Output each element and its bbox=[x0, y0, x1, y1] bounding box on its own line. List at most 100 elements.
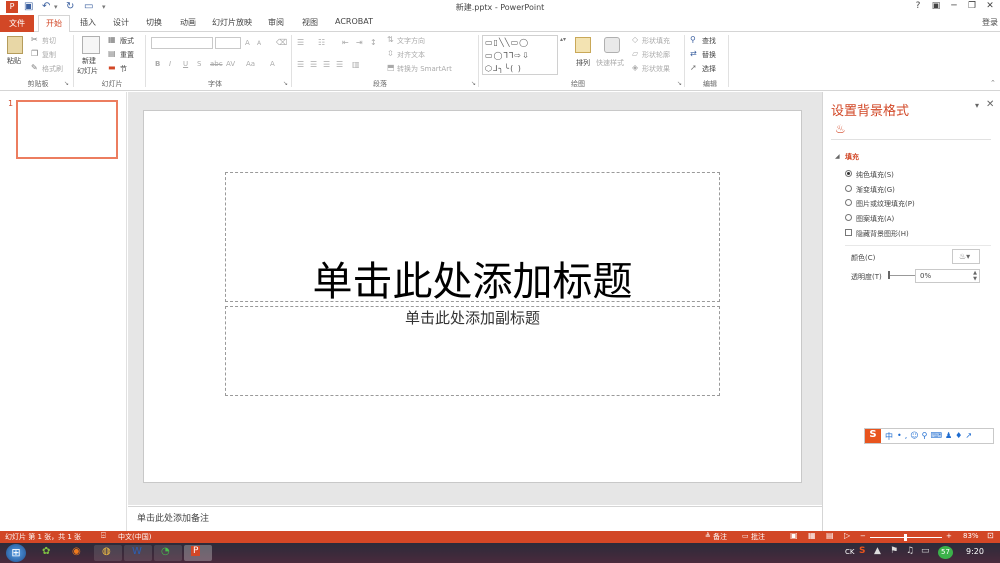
close-button[interactable]: ✕ bbox=[983, 1, 997, 11]
align-center-icon[interactable]: ☰ bbox=[310, 60, 317, 69]
clear-formatting-icon[interactable]: ⌫ bbox=[276, 38, 287, 47]
columns-icon[interactable]: ▥ bbox=[352, 60, 360, 69]
firefox-icon[interactable]: ◉ bbox=[72, 546, 81, 557]
fill-bucket-icon[interactable]: ♨ bbox=[835, 122, 846, 136]
tab-transitions[interactable]: 切换 bbox=[146, 17, 162, 28]
copy-button[interactable]: 复制 bbox=[42, 50, 56, 60]
font-name-combo[interactable] bbox=[151, 37, 213, 49]
slide-sorter-view-icon[interactable]: ▦ bbox=[808, 531, 816, 540]
select-button[interactable]: 选择 bbox=[702, 64, 716, 74]
font-color-button[interactable]: A bbox=[270, 60, 275, 68]
character-spacing-button[interactable]: AV bbox=[226, 60, 235, 68]
ime-tool-icons[interactable]: •,☺⚲⌨♟♦↗ bbox=[897, 431, 975, 440]
clipboard-launcher-icon[interactable]: ↘ bbox=[64, 80, 69, 87]
tab-slideshow[interactable]: 幻灯片放映 bbox=[212, 17, 252, 28]
paste-button[interactable]: 粘贴 bbox=[7, 56, 21, 66]
sogou-logo-icon[interactable]: S bbox=[865, 429, 881, 443]
taskbar-clock[interactable]: 9:20 bbox=[966, 547, 984, 556]
sign-in-link[interactable]: 登录 bbox=[982, 17, 998, 28]
section-button[interactable]: 节 bbox=[120, 64, 127, 74]
restore-button[interactable]: ❐ bbox=[965, 1, 979, 11]
line-spacing-icon[interactable]: ↕ bbox=[370, 38, 377, 47]
convert-smartart-button[interactable]: 转换为 SmartArt bbox=[397, 64, 452, 74]
tray-flag-icon[interactable]: ⚑ bbox=[890, 546, 898, 556]
quick-styles-button[interactable]: 快速样式 bbox=[596, 58, 624, 68]
justify-icon[interactable]: ☰ bbox=[336, 60, 343, 69]
change-case-button[interactable]: Aa bbox=[246, 60, 255, 68]
zoom-out-button[interactable]: − bbox=[860, 532, 866, 540]
collapse-ribbon-icon[interactable]: ⌃ bbox=[990, 79, 996, 87]
picture-fill-label[interactable]: 图片或纹理填充(P) bbox=[856, 199, 915, 209]
decrease-indent-icon[interactable]: ⇤ bbox=[342, 38, 349, 47]
numbering-icon[interactable]: ☷ bbox=[318, 38, 325, 47]
tray-language[interactable]: CK bbox=[845, 548, 854, 556]
cut-button[interactable]: 剪切 bbox=[42, 36, 56, 46]
shapes-more-icon[interactable]: ▴▾ bbox=[560, 36, 566, 43]
shadow-button[interactable]: S bbox=[197, 60, 201, 68]
pattern-fill-radio[interactable] bbox=[845, 214, 852, 221]
replace-button[interactable]: 替换 bbox=[702, 50, 716, 60]
section-collapse-icon[interactable]: ◢ bbox=[835, 153, 840, 160]
fill-section-header[interactable]: 填充 bbox=[845, 152, 859, 162]
underline-button[interactable]: U bbox=[183, 60, 188, 68]
shape-effects-button[interactable]: 形状效果 bbox=[642, 64, 670, 74]
paragraph-launcher-icon[interactable]: ↘ bbox=[471, 80, 476, 87]
slide-canvas[interactable]: 单击此处添加标题 单击此处添加副标题 bbox=[143, 110, 802, 483]
tray-badge[interactable]: 57 bbox=[938, 546, 953, 559]
taskbar-word[interactable]: W bbox=[124, 545, 152, 561]
font-launcher-icon[interactable]: ↘ bbox=[283, 80, 288, 87]
notes-toggle[interactable]: 备注 bbox=[713, 532, 727, 542]
quick-styles-icon[interactable] bbox=[604, 37, 620, 53]
tray-monitor-icon[interactable]: ▭ bbox=[921, 546, 930, 556]
language-status[interactable]: 中文(中国) bbox=[118, 532, 151, 542]
font-size-combo[interactable] bbox=[215, 37, 241, 49]
tab-design[interactable]: 设计 bbox=[113, 17, 129, 28]
taskbar-wechat[interactable]: ◔ bbox=[154, 545, 182, 561]
reading-view-icon[interactable]: ▤ bbox=[826, 531, 834, 540]
hide-background-graphics-label[interactable]: 隐藏背景图形(H) bbox=[856, 229, 909, 239]
format-painter-button[interactable]: 格式刷 bbox=[42, 64, 63, 74]
shapes-gallery[interactable]: ▭▯╲╲▭◯ ▭◯⅂⅂⇨⇩ ⬡⅃╮╰( ) bbox=[482, 35, 558, 75]
shrink-font-button[interactable]: A bbox=[257, 40, 261, 47]
taskbar-chrome[interactable]: ◍ bbox=[94, 545, 122, 561]
transparency-slider[interactable] bbox=[888, 275, 916, 276]
shape-fill-button[interactable]: 形状填充 bbox=[642, 36, 670, 46]
taskbar-powerpoint[interactable]: P bbox=[184, 545, 212, 561]
title-placeholder[interactable]: 单击此处添加标题 bbox=[225, 172, 720, 305]
tray-network-icon[interactable]: ▲ bbox=[874, 546, 881, 556]
italic-button[interactable]: I bbox=[169, 60, 171, 68]
comments-toggle[interactable]: 批注 bbox=[751, 532, 765, 542]
solid-fill-radio[interactable] bbox=[845, 170, 852, 177]
notes-pane[interactable]: 单击此处添加备注 bbox=[128, 506, 822, 531]
strikethrough-button[interactable]: abc bbox=[210, 60, 223, 68]
tray-sogou-icon[interactable]: S bbox=[859, 546, 865, 556]
pane-options-icon[interactable]: ▾ bbox=[975, 101, 979, 110]
new-slide-label-line1[interactable]: 新建 bbox=[82, 56, 96, 66]
start-button-icon[interactable]: ⊞ bbox=[6, 544, 26, 562]
pane-close-icon[interactable]: ✕ bbox=[986, 99, 994, 110]
arrange-button[interactable]: 排列 bbox=[576, 58, 590, 68]
tab-file[interactable]: 文件 bbox=[0, 15, 34, 32]
hide-background-graphics-checkbox[interactable] bbox=[845, 229, 852, 236]
fit-to-window-icon[interactable]: ⊡ bbox=[987, 531, 994, 540]
grow-font-button[interactable]: A bbox=[245, 39, 250, 47]
transparency-input[interactable]: 0% ▲ ▼ bbox=[915, 269, 980, 283]
slideshow-view-icon[interactable]: ▷ bbox=[844, 531, 850, 540]
gradient-fill-label[interactable]: 渐变填充(G) bbox=[856, 185, 895, 195]
bullets-icon[interactable]: ☰ bbox=[297, 38, 304, 47]
tab-home[interactable]: 开始 bbox=[38, 15, 70, 33]
minimize-button[interactable]: ─ bbox=[947, 1, 961, 11]
zoom-slider-thumb[interactable] bbox=[904, 534, 907, 541]
help-button[interactable]: ? bbox=[911, 1, 925, 11]
gradient-fill-radio[interactable] bbox=[845, 185, 852, 192]
tab-acrobat[interactable]: ACROBAT bbox=[335, 17, 373, 26]
tab-review[interactable]: 审阅 bbox=[268, 17, 284, 28]
bold-button[interactable]: B bbox=[155, 60, 160, 68]
tray-volume-icon[interactable]: ♫ bbox=[906, 546, 914, 556]
shape-outline-button[interactable]: 形状轮廓 bbox=[642, 50, 670, 60]
pattern-fill-label[interactable]: 图案填充(A) bbox=[856, 214, 894, 224]
paste-icon[interactable] bbox=[7, 36, 23, 54]
ime-mode-toggle[interactable]: 中 bbox=[885, 431, 893, 442]
tab-animations[interactable]: 动画 bbox=[180, 17, 196, 28]
align-right-icon[interactable]: ☰ bbox=[323, 60, 330, 69]
